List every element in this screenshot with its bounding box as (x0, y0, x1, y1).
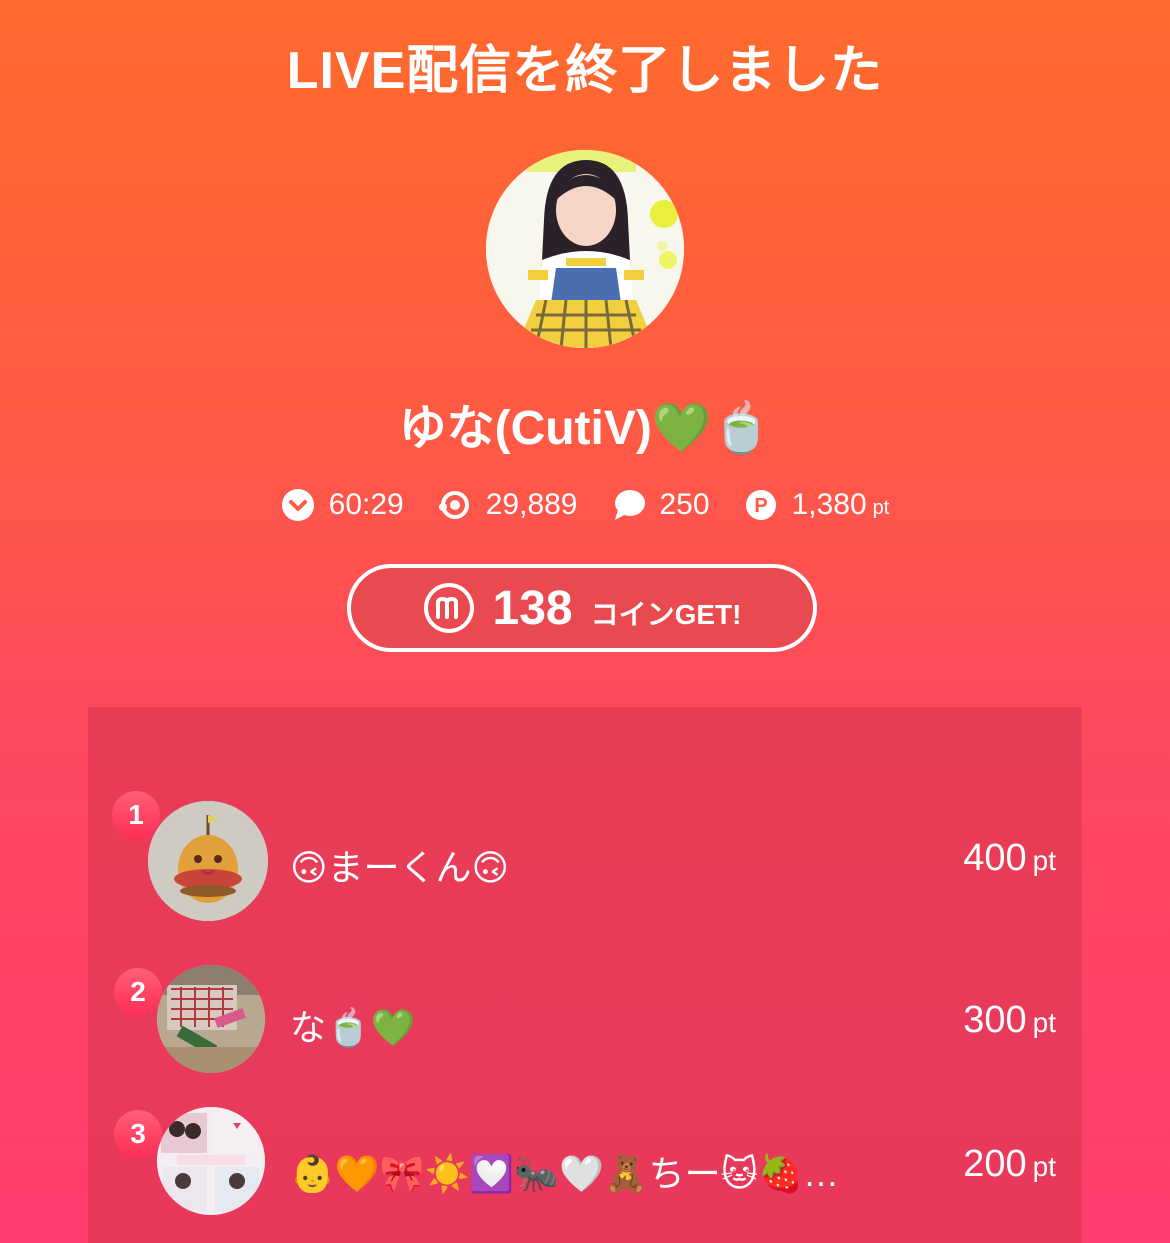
ranking-points-unit: pt (1032, 845, 1056, 876)
chevron-circle-icon (281, 488, 315, 522)
comments-value: 250 (659, 488, 710, 521)
points-value: 1,380 (791, 488, 867, 521)
coin-amount: 138 (492, 581, 573, 635)
ranking-row-2[interactable]: 2 な🍵💚 300 pt (88, 965, 1082, 1085)
ranking-name: 🙃まーくん🙃 (290, 847, 510, 888)
streamer-avatar[interactable] (486, 150, 684, 348)
m-coin-icon (423, 582, 475, 634)
speech-bubble-icon (612, 488, 646, 522)
views-stat: 29,889 (438, 488, 578, 522)
coin-label: コインGET! (590, 599, 742, 630)
ranking-points-unit: pt (1032, 1151, 1056, 1182)
ranking-panel: 1 🙃まーくん🙃 400 pt 2 な🍵💚 300 pt 3 👶🧡🎀☀️💟🐜🤍🧸… (88, 707, 1082, 1243)
streamer-name: ゆな(CutiV)💚🍵 (398, 402, 772, 455)
ranking-name: 👶🧡🎀☀️💟🐜🤍🧸ちー🐱🍓… (290, 1153, 839, 1194)
duration-stat: 60:29 (281, 488, 404, 522)
rank-badge: 1 (112, 791, 160, 839)
coin-reward-box: 138 コインGET! (347, 564, 817, 652)
p-coin-icon: P (744, 488, 778, 522)
duration-value: 60:29 (328, 488, 404, 521)
avatar[interactable] (157, 1107, 265, 1215)
comments-stat: 250 (612, 488, 710, 522)
eye-ring-icon (438, 488, 472, 522)
rank-badge: 2 (114, 968, 162, 1016)
svg-text:P: P (754, 495, 767, 517)
ranking-points: 200 (963, 1143, 1027, 1185)
avatar[interactable] (148, 801, 268, 921)
ranking-points: 300 (963, 999, 1027, 1041)
points-stat: P 1,380 pt (744, 488, 890, 522)
avatar[interactable] (157, 965, 265, 1073)
views-value: 29,889 (485, 488, 578, 521)
ranking-points: 400 (963, 837, 1027, 879)
rank-badge: 3 (114, 1110, 162, 1158)
ranking-name: な🍵💚 (290, 1007, 416, 1048)
ranking-row-1[interactable]: 1 🙃まーくん🙃 400 pt (88, 791, 1082, 923)
stats-bar: 60:29 29,889 250 P 1,380 pt (0, 488, 1170, 522)
points-unit: pt (872, 497, 890, 519)
page-title: LIVE配信を終了しました (286, 42, 884, 100)
ranking-row-3[interactable]: 3 👶🧡🎀☀️💟🐜🤍🧸ちー🐱🍓… 200 pt (88, 1107, 1082, 1227)
ranking-points-unit: pt (1032, 1007, 1056, 1038)
